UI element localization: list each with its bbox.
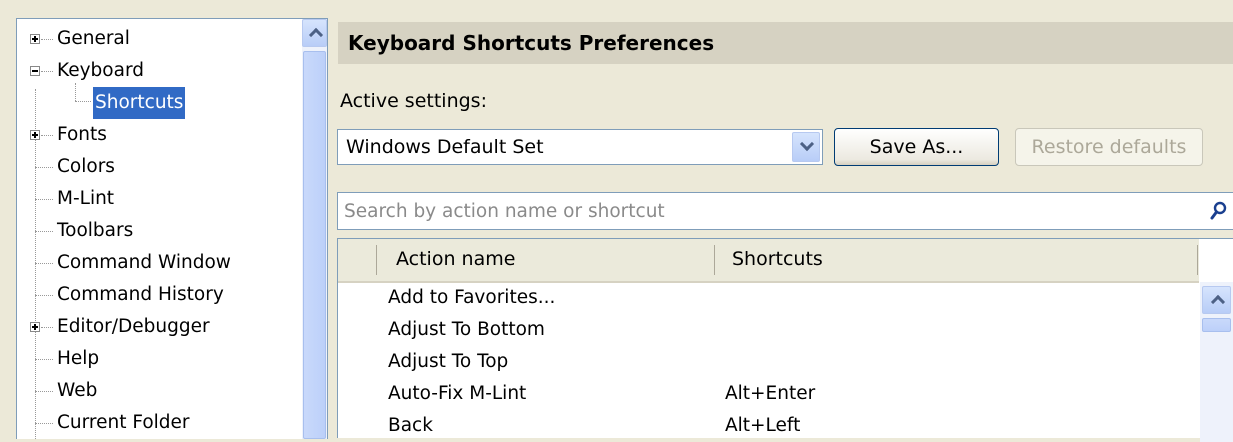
- search-box[interactable]: [337, 192, 1233, 230]
- table-row[interactable]: Adjust To Top: [338, 346, 1199, 378]
- tree-item-label: Shortcuts: [93, 87, 186, 119]
- column-divider[interactable]: [1197, 245, 1198, 275]
- tree-item-label: Command Window: [57, 252, 231, 273]
- minus-icon[interactable]: [30, 66, 40, 76]
- tree-item-toolbars[interactable]: Toolbars: [17, 215, 302, 247]
- tree-item-command-window[interactable]: Command Window: [17, 247, 302, 279]
- restore-defaults-button[interactable]: Restore defaults: [1015, 128, 1203, 166]
- table-scrollbar[interactable]: [1200, 282, 1233, 442]
- plus-icon[interactable]: [30, 130, 40, 140]
- scroll-up-button[interactable]: [1202, 286, 1231, 314]
- tree-item-label: Web: [57, 380, 98, 401]
- tree-item-label: Colors: [57, 156, 115, 177]
- tree-item-label: Fonts: [57, 124, 107, 145]
- scroll-thumb[interactable]: [303, 51, 326, 439]
- tree-connector: [35, 423, 53, 424]
- tree-item-keyboard[interactable]: Keyboard: [17, 55, 302, 87]
- dropdown-button[interactable]: [792, 132, 820, 162]
- table-row[interactable]: Auto-Fix M-Lint Alt+Enter: [338, 378, 1199, 410]
- search-icon[interactable]: [1210, 201, 1228, 221]
- tree-item-editor-debugger[interactable]: Editor/Debugger: [17, 311, 302, 343]
- tree-item-label: Toolbars: [57, 220, 134, 241]
- tree-connector: [41, 71, 53, 72]
- chevron-up-icon: [308, 27, 324, 43]
- table-row[interactable]: Adjust To Bottom: [338, 314, 1199, 346]
- tree-connector: [35, 199, 53, 200]
- tree-item-m-lint[interactable]: M-Lint: [17, 183, 302, 215]
- preferences-tree[interactable]: General Keyboard Shortcuts Fonts Colors …: [16, 18, 328, 439]
- tree-connector: [41, 327, 53, 328]
- tree-connector: [35, 295, 53, 296]
- plus-icon[interactable]: [30, 322, 40, 332]
- tree-item-label: M-Lint: [57, 188, 115, 209]
- tree-item-shortcuts[interactable]: Shortcuts: [17, 87, 302, 119]
- active-settings-label: Active settings:: [340, 90, 487, 112]
- scroll-up-button[interactable]: [302, 19, 327, 47]
- column-divider[interactable]: [376, 245, 377, 275]
- tree-item-colors[interactable]: Colors: [17, 151, 302, 183]
- shortcut-cell: Alt+Enter: [725, 383, 816, 404]
- active-settings-dropdown[interactable]: Windows Default Set: [337, 129, 823, 165]
- tree-connector: [35, 167, 53, 168]
- column-header-shortcuts[interactable]: Shortcuts: [732, 248, 823, 270]
- tree-item-help[interactable]: Help: [17, 343, 302, 375]
- tree-scrollbar[interactable]: [302, 19, 327, 439]
- action-name-cell: Add to Favorites...: [388, 287, 556, 308]
- tree-connector: [35, 359, 53, 360]
- action-name-cell: Back: [388, 415, 433, 436]
- shortcuts-table[interactable]: Action name Shortcuts Add to Favorites..…: [337, 238, 1233, 442]
- page-title: Keyboard Shortcuts Preferences: [338, 22, 1233, 64]
- tree-connector: [41, 39, 53, 40]
- tree-item-general[interactable]: General: [17, 23, 302, 55]
- active-settings-value: Windows Default Set: [346, 136, 544, 158]
- action-name-cell: Adjust To Bottom: [388, 319, 545, 340]
- action-name-cell: Auto-Fix M-Lint: [388, 383, 527, 404]
- shortcut-cell: Alt+Left: [725, 415, 801, 436]
- tree-item-label: Current Folder: [57, 412, 190, 433]
- search-input[interactable]: [344, 197, 1184, 225]
- table-header: Action name Shortcuts: [338, 239, 1199, 283]
- tree-item-label: Editor/Debugger: [57, 316, 210, 337]
- tree-item-label: Command History: [57, 284, 224, 305]
- tree-connector: [35, 231, 53, 232]
- tree-item-label: Keyboard: [57, 60, 144, 81]
- chevron-up-icon: [1210, 294, 1226, 310]
- tree-connector: [35, 263, 53, 264]
- chevron-down-icon: [799, 136, 815, 152]
- tree-connector: [41, 135, 53, 136]
- plus-icon[interactable]: [30, 34, 40, 44]
- tree-item-label: General: [57, 28, 130, 49]
- save-as-button[interactable]: Save As...: [834, 128, 999, 166]
- tree-item-web[interactable]: Web: [17, 375, 302, 407]
- tree-item-label: Help: [57, 348, 100, 369]
- column-divider[interactable]: [714, 245, 715, 275]
- tree-item-fonts[interactable]: Fonts: [17, 119, 302, 151]
- column-header-action-name[interactable]: Action name: [396, 248, 515, 270]
- scroll-thumb[interactable]: [1202, 318, 1231, 332]
- tree-item-current-folder[interactable]: Current Folder: [17, 407, 302, 439]
- table-row[interactable]: Add to Favorites...: [338, 282, 1199, 314]
- tree-item-command-history[interactable]: Command History: [17, 279, 302, 311]
- action-name-cell: Adjust To Top: [388, 351, 509, 372]
- table-row[interactable]: Back Alt+Left: [338, 410, 1199, 442]
- tree-connector: [35, 391, 53, 392]
